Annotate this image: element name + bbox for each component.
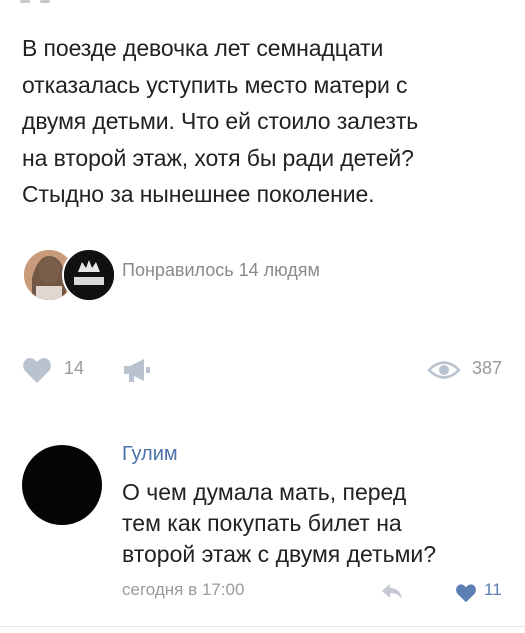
comment-like-count: 11 <box>484 580 502 599</box>
reply-icon[interactable] <box>380 581 404 601</box>
comment-text: О чем думала мать, перед тем как покупат… <box>122 479 437 567</box>
comment-author-avatar[interactable] <box>22 445 102 525</box>
megaphone-icon[interactable] <box>122 357 152 383</box>
views-count: 387 <box>472 358 503 378</box>
liked-by-row[interactable]: Понравилось 14 людям <box>22 248 482 302</box>
liker-avatar[interactable] <box>62 248 116 302</box>
post-actions: 14 387 <box>22 355 512 385</box>
comment-heart-icon[interactable] <box>455 583 477 603</box>
like-count: 14 <box>64 358 85 378</box>
top-divider <box>0 0 525 4</box>
likes-summary[interactable]: Понравилось 14 людям <box>122 260 320 281</box>
comment-timestamp: сегодня в 17:00 <box>122 580 245 599</box>
heart-icon[interactable] <box>22 356 52 384</box>
eye-icon <box>427 361 461 379</box>
post-text: В поезде девочка лет семнадцати отказала… <box>22 35 419 207</box>
comment-author-name[interactable]: Гулим <box>122 443 178 466</box>
bottom-divider <box>0 626 525 627</box>
